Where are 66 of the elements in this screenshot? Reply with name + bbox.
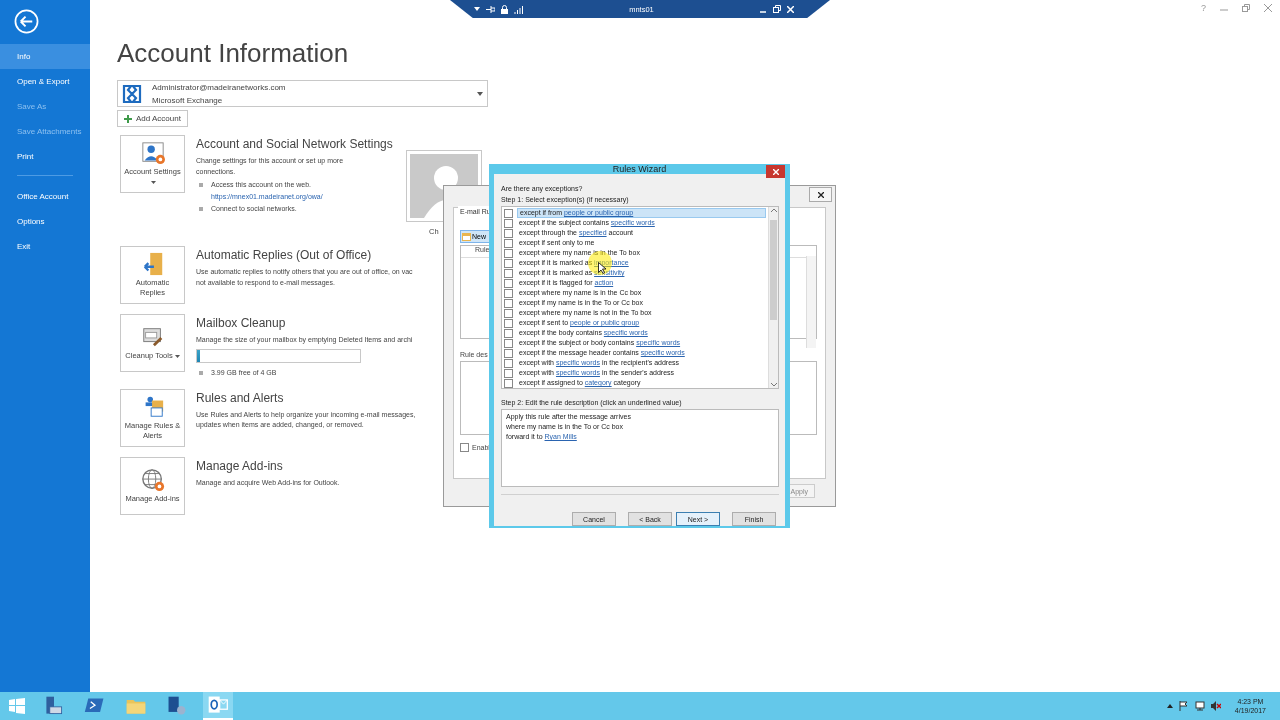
network-app-icon: [166, 695, 188, 717]
account-email: Administrator@madeiranetworks.com: [152, 81, 287, 94]
account-selector[interactable]: Administrator@madeiranetworks.com Microsoft Exchange: [117, 80, 488, 107]
scrollbar[interactable]: [768, 207, 778, 388]
section-title: Account and Social Network Settings: [196, 137, 394, 151]
checkbox[interactable]: [504, 268, 513, 278]
windows-logo-icon: [8, 698, 25, 714]
checkbox[interactable]: [504, 368, 513, 378]
checkbox[interactable]: [504, 378, 513, 388]
tray-expand-icon[interactable]: [1166, 704, 1173, 708]
checkbox[interactable]: [504, 278, 513, 288]
dialog-title: Rules Wizard: [611, 164, 668, 174]
speaker-muted-icon[interactable]: [1210, 701, 1221, 711]
scroll-up-icon[interactable]: [770, 207, 777, 213]
checkbox[interactable]: [504, 288, 513, 298]
pin-icon[interactable]: [486, 4, 495, 14]
new-rule-icon: [462, 232, 471, 241]
scrollbar[interactable]: [806, 256, 816, 348]
checkbox[interactable]: [504, 218, 513, 228]
back-icon[interactable]: [14, 9, 39, 34]
exchange-icon: [122, 83, 142, 104]
checkbox[interactable]: [504, 248, 513, 258]
checkbox[interactable]: [504, 238, 513, 248]
addins-icon: [140, 467, 165, 492]
outlook-app-icon: [207, 694, 229, 716]
sidebar-item[interactable]: Print: [0, 144, 90, 169]
plus-icon: [124, 114, 132, 123]
caret-icon[interactable]: [474, 7, 480, 11]
add-account-button[interactable]: Add Account: [117, 110, 188, 127]
taskbar-app[interactable]: [203, 692, 233, 720]
sidebar-item[interactable]: Office Account: [0, 184, 90, 209]
page-title: Account Information: [117, 38, 350, 69]
settings-icon: [140, 141, 165, 165]
flag-icon[interactable]: [1178, 701, 1189, 711]
lock-icon[interactable]: [501, 4, 508, 14]
sidebar-item[interactable]: Exit: [0, 234, 90, 259]
section-title: Mailbox Cleanup: [196, 316, 287, 330]
close-icon: [817, 191, 824, 198]
section-title: Manage Add-ins: [196, 458, 284, 473]
scroll-down-icon[interactable]: [770, 382, 777, 388]
checkbox[interactable]: [504, 348, 513, 358]
checkbox[interactable]: [504, 318, 513, 328]
checkbox[interactable]: [504, 258, 513, 268]
checkbox[interactable]: [504, 308, 513, 318]
account-type: Microsoft Exchange: [152, 94, 224, 107]
close-button[interactable]: [809, 187, 832, 202]
caret-icon: [151, 180, 156, 184]
checkbox[interactable]: [504, 298, 513, 308]
checkbox[interactable]: [504, 358, 513, 368]
checkbox[interactable]: [504, 208, 513, 218]
checkbox[interactable]: [504, 328, 513, 338]
signal-icon: [514, 4, 523, 14]
checkbox[interactable]: [504, 338, 513, 348]
caret-icon: [477, 91, 483, 96]
server-app-icon: [43, 695, 65, 717]
restore-icon[interactable]: [773, 5, 781, 13]
sidebar-item[interactable]: Options: [0, 209, 90, 234]
sidebar-item[interactable]: Open & Export: [0, 69, 90, 94]
cleanup-icon: [140, 325, 165, 349]
section-title: Automatic Replies (Out of Office): [196, 248, 373, 262]
checkbox[interactable]: [504, 228, 513, 238]
network-icon[interactable]: [1194, 701, 1205, 711]
caret-icon: [174, 354, 180, 358]
close-icon: [772, 168, 779, 175]
section-title: Rules and Alerts: [196, 390, 285, 405]
checkbox[interactable]: [460, 443, 469, 452]
